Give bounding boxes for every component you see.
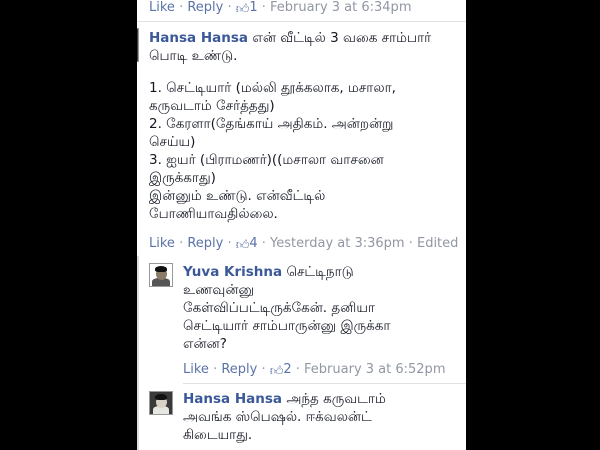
reply-link[interactable]: Reply xyxy=(187,236,223,251)
timestamp-link[interactable]: February 3 at 6:34pm xyxy=(270,0,411,15)
reply-link[interactable]: Reply xyxy=(187,0,223,15)
separator: · xyxy=(295,362,305,377)
comment-line: இன்னும் உண்டு. என்வீட்டில் xyxy=(149,188,326,204)
divider xyxy=(183,383,466,384)
like-count[interactable]: 👍︎4 xyxy=(235,236,262,253)
reply-text: Yuva Krishna செட்டிநாடு உணவுன்னு கேள்விப… xyxy=(183,263,463,353)
comment-line: 3. ஐயர் (பிராமணர்)((மசாலா வாசனை xyxy=(149,152,384,168)
comment-line: பொடி உண்டு. xyxy=(149,48,238,64)
avatar-yuva[interactable] xyxy=(149,263,173,287)
thumbs-up-icon: 👍︎ xyxy=(235,2,250,17)
reply-yuva: Yuva Krishna செட்டிநாடு உணவுன்னு கேள்விப… xyxy=(137,258,466,380)
comment-line: கருவடாம் சேர்த்தது) xyxy=(149,98,275,114)
comment-line: இருக்காது) xyxy=(149,170,216,186)
divider xyxy=(137,21,466,22)
comment-line: போணியாவதில்லை. xyxy=(149,206,278,222)
comment-line: 2. கேரளா(தேங்காய் அதிகம். அன்றன்று xyxy=(149,116,394,132)
comment-text: Hansa Hansa என் வீட்டில் 3 வகை சாம்பார் … xyxy=(149,29,464,223)
comment-line: 1. செட்டியார் (மல்லி தூக்கலாக, மசாலா, xyxy=(149,80,396,96)
like-count[interactable]: 👍︎2 xyxy=(269,362,296,379)
comments-panel: Like · Reply · 👍︎1 · February 3 at 6:34p… xyxy=(137,0,466,450)
separator: · xyxy=(227,0,236,15)
reply-meta: Like · Reply · 👍︎2 · February 3 at 6:52p… xyxy=(183,362,445,380)
thumbs-up-icon: 👍︎ xyxy=(235,238,250,253)
like-count[interactable]: 👍︎1 xyxy=(235,0,262,17)
author-name[interactable]: Hansa Hansa xyxy=(149,30,248,46)
separator: · xyxy=(227,236,236,251)
timestamp-link[interactable]: February 3 at 6:52pm xyxy=(304,362,445,377)
comment-first-line: Hansa Hansa என் வீட்டில் 3 வகை சாம்பார் xyxy=(149,29,464,47)
reply-line: உணவுன்னு xyxy=(183,282,255,298)
avatar-hansa[interactable] xyxy=(137,28,139,62)
separator: · xyxy=(408,236,417,251)
reply-line: கிடையாது. xyxy=(183,427,253,443)
edited-link[interactable]: Edited xyxy=(417,236,458,251)
reply-first-line: Hansa Hansa அந்த கருவடாம் xyxy=(183,390,463,408)
comment-line: என் வீட்டில் 3 வகை சாம்பார் xyxy=(252,30,432,46)
like-count-value: 2 xyxy=(283,362,292,377)
comment-line: செய்ய) xyxy=(149,134,196,150)
reply-first-line: Yuva Krishna செட்டிநாடு xyxy=(183,263,463,281)
reply-line: என்ன? xyxy=(183,336,227,352)
reply-line: செட்டிநாடு xyxy=(286,264,354,280)
separator: · xyxy=(261,362,270,377)
top-comment-meta: Like · Reply · 👍︎1 · February 3 at 6:34p… xyxy=(149,0,411,18)
avatar-hair xyxy=(155,266,167,272)
reply-text: Hansa Hansa அந்த கருவடாம் அவங்க ஸ்பெஷல்.… xyxy=(183,390,463,444)
comment-hansa: Hansa Hansa என் வீட்டில் 3 வகை சாம்பார் … xyxy=(137,24,466,254)
avatar-hair xyxy=(155,394,167,400)
thumbs-up-icon: 👍︎ xyxy=(269,364,284,379)
comment-blank-line xyxy=(149,65,464,79)
comment-meta: Like · Reply · 👍︎4 · Yesterday at 3:36pm… xyxy=(149,236,458,254)
reply-hansa: Hansa Hansa அந்த கருவடாம் அவங்க ஸ்பெஷல்.… xyxy=(137,385,466,450)
separator: · xyxy=(261,0,271,15)
reply-line: அந்த கருவடாம் xyxy=(286,391,386,407)
reply-link[interactable]: Reply xyxy=(221,362,257,377)
like-count-value: 1 xyxy=(249,0,258,15)
like-link[interactable]: Like xyxy=(183,362,209,377)
avatar-hansa-small[interactable] xyxy=(149,391,173,415)
author-name[interactable]: Yuva Krishna xyxy=(183,264,282,280)
timestamp-link[interactable]: Yesterday at 3:36pm xyxy=(270,236,405,251)
reply-line: கேள்விப்பட்டிருக்கேன். தனியா xyxy=(183,300,375,316)
reply-line: அவங்க ஸ்பெஷல். ஈக்வலன்ட் xyxy=(183,409,372,425)
like-count-value: 4 xyxy=(249,236,258,251)
like-link[interactable]: Like xyxy=(149,236,175,251)
separator: · xyxy=(261,236,271,251)
like-link[interactable]: Like xyxy=(149,0,175,15)
author-name[interactable]: Hansa Hansa xyxy=(183,391,282,407)
reply-line: செட்டியார் சாம்பாருன்னு இருக்கா xyxy=(183,318,391,334)
